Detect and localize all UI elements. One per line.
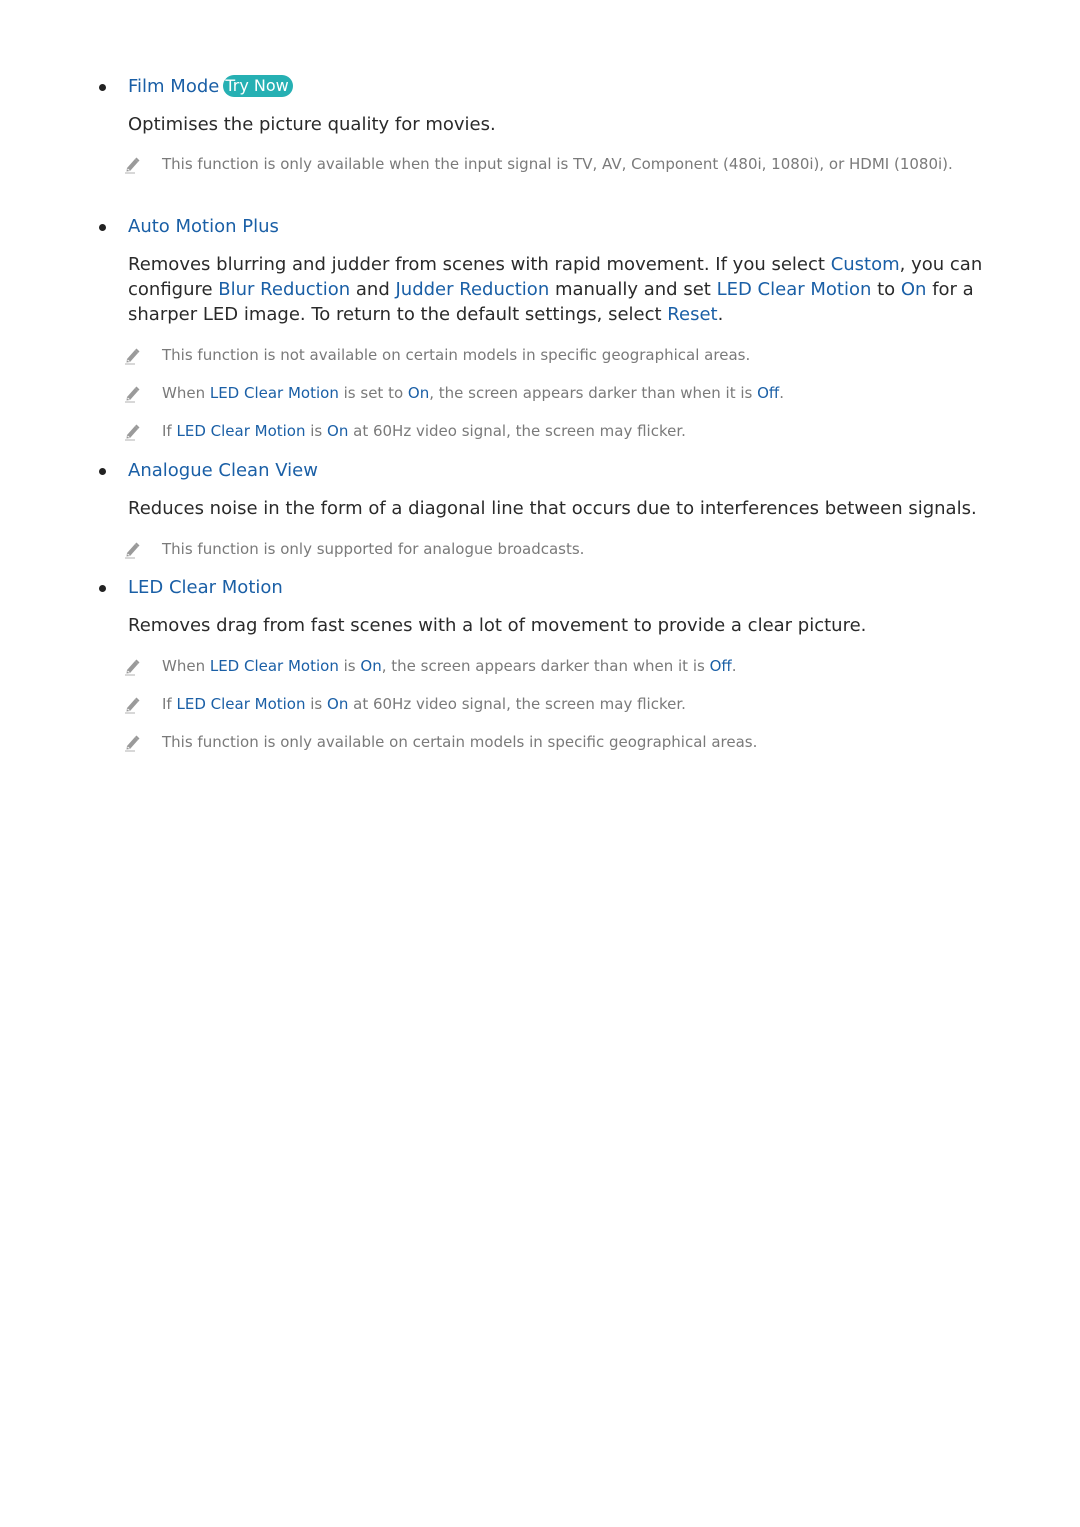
text-run: is set to bbox=[338, 384, 408, 402]
text-run: to bbox=[871, 279, 901, 300]
heading-film-mode: Film Mode bbox=[128, 76, 220, 97]
pencil-icon bbox=[122, 539, 142, 559]
menu-term: On bbox=[360, 657, 382, 675]
text-run: at 60Hz video signal, the screen may fli… bbox=[348, 422, 686, 440]
text-run: Removes blurring and judder from scenes … bbox=[128, 254, 831, 275]
menu-term: LED Clear Motion bbox=[209, 384, 339, 402]
menu-term: On bbox=[407, 384, 430, 402]
text-run: If bbox=[162, 422, 177, 440]
text-run: . bbox=[731, 657, 737, 675]
note-item: When LED Clear Motion is set to On, the … bbox=[120, 383, 980, 405]
note-item: This function is only available on certa… bbox=[120, 732, 980, 754]
pencil-icon bbox=[122, 383, 142, 403]
text-run: , the screen appears darker than when it… bbox=[429, 384, 758, 402]
pencil-icon bbox=[122, 694, 142, 714]
heading-auto-motion-plus: Auto Motion Plus bbox=[128, 216, 279, 237]
note-text: This function is only supported for anal… bbox=[162, 539, 982, 560]
text-run: This function is only supported for anal… bbox=[162, 540, 585, 558]
text-run: . bbox=[779, 384, 785, 402]
menu-term: Reset bbox=[667, 304, 718, 325]
section-description: Reduces noise in the form of a diagonal … bbox=[128, 496, 1008, 521]
pencil-icon bbox=[122, 345, 142, 365]
note-text: If LED Clear Motion is On at 60Hz video … bbox=[162, 694, 982, 715]
note-item: This function is only available when the… bbox=[120, 154, 980, 176]
text-run: When bbox=[162, 384, 210, 402]
text-run: Removes drag from fast scenes with a lot… bbox=[128, 615, 867, 636]
text-run: manually and set bbox=[549, 279, 717, 300]
note-text: This function is only available when the… bbox=[162, 154, 982, 175]
bullet-icon bbox=[99, 468, 106, 475]
pencil-icon bbox=[122, 732, 142, 752]
text-run: . bbox=[717, 304, 724, 325]
pencil-icon bbox=[122, 421, 142, 441]
section-description: Removes blurring and judder from scenes … bbox=[128, 252, 1008, 327]
menu-term: LED Clear Motion bbox=[716, 279, 872, 300]
menu-term: On bbox=[900, 279, 927, 300]
note-text: When LED Clear Motion is set to On, the … bbox=[162, 383, 982, 404]
pencil-icon bbox=[122, 656, 142, 676]
note-item: When LED Clear Motion is On, the screen … bbox=[120, 656, 980, 678]
section-description: Optimises the picture quality for movies… bbox=[128, 112, 1008, 137]
text-run: This function is only available on certa… bbox=[162, 733, 758, 751]
text-run: If bbox=[162, 695, 177, 713]
section-description: Removes drag from fast scenes with a lot… bbox=[128, 613, 1008, 638]
text-run: is bbox=[305, 695, 328, 713]
section-heading: Film Mode Try Now bbox=[128, 74, 293, 100]
note-item: If LED Clear Motion is On at 60Hz video … bbox=[120, 421, 980, 443]
menu-term: LED Clear Motion bbox=[176, 422, 306, 440]
text-run: , the screen appears darker than when it… bbox=[381, 657, 710, 675]
menu-term: Judder Reduction bbox=[395, 279, 550, 300]
menu-term: Custom bbox=[830, 254, 900, 275]
text-run: This function is only available when the… bbox=[162, 155, 953, 173]
text-run: Reduces noise in the form of a diagonal … bbox=[128, 498, 977, 519]
text-run: and bbox=[350, 279, 396, 300]
text-run: When bbox=[162, 657, 210, 675]
note-text: If LED Clear Motion is On at 60Hz video … bbox=[162, 421, 982, 442]
menu-term: On bbox=[327, 422, 349, 440]
note-text: This function is only available on certa… bbox=[162, 732, 982, 753]
text-run: is bbox=[305, 422, 328, 440]
menu-term: Blur Reduction bbox=[218, 279, 351, 300]
pencil-icon bbox=[122, 154, 142, 174]
menu-term: LED Clear Motion bbox=[209, 657, 339, 675]
try-now-button[interactable]: Try Now bbox=[223, 75, 293, 97]
text-run: is bbox=[338, 657, 361, 675]
note-item: If LED Clear Motion is On at 60Hz video … bbox=[120, 694, 980, 716]
heading-analogue-clean-view: Analogue Clean View bbox=[128, 460, 318, 481]
menu-term: LED Clear Motion bbox=[176, 695, 306, 713]
bullet-icon bbox=[99, 585, 106, 592]
bullet-icon bbox=[99, 84, 106, 91]
note-text: This function is not available on certai… bbox=[162, 345, 982, 366]
menu-term: Off bbox=[709, 657, 732, 675]
text-run: at 60Hz video signal, the screen may fli… bbox=[348, 695, 686, 713]
menu-term: Off bbox=[757, 384, 780, 402]
menu-term: On bbox=[327, 695, 349, 713]
heading-led-clear-motion: LED Clear Motion bbox=[128, 577, 283, 598]
note-item: This function is not available on certai… bbox=[120, 345, 980, 367]
bullet-icon bbox=[99, 224, 106, 231]
note-item: This function is only supported for anal… bbox=[120, 539, 980, 561]
text-run: Optimises the picture quality for movies… bbox=[128, 114, 496, 135]
text-run: This function is not available on certai… bbox=[162, 346, 751, 364]
note-text: When LED Clear Motion is On, the screen … bbox=[162, 656, 982, 677]
